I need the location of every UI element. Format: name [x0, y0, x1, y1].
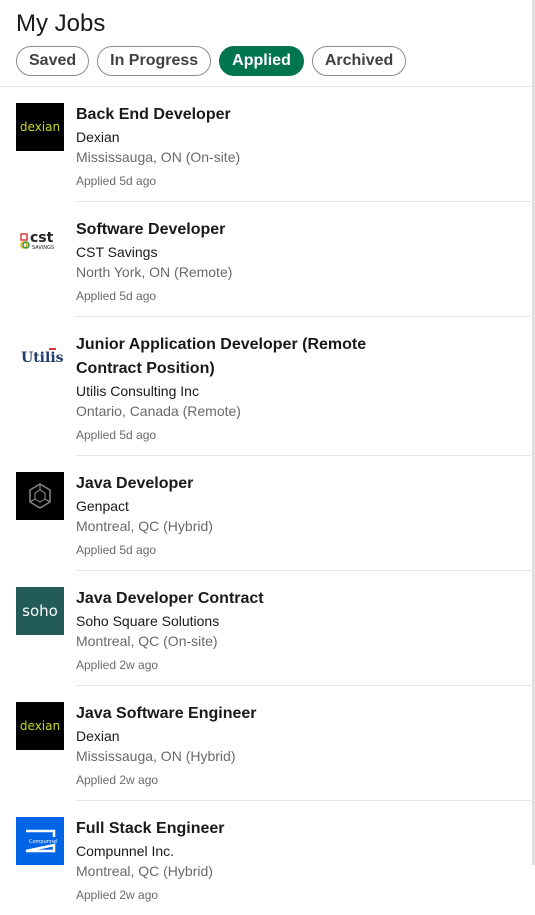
- job-list-item[interactable]: dexian Java Software Engineer Dexian Mis…: [0, 686, 535, 801]
- company-name: Utilis Consulting Inc: [76, 383, 199, 399]
- job-location: Ontario, Canada (Remote): [76, 403, 241, 419]
- svg-text:Utilis: Utilis: [21, 350, 64, 366]
- company-logo: dexian: [16, 702, 64, 750]
- page-title: My Jobs: [16, 10, 106, 37]
- genpact-logo-icon: [29, 483, 51, 509]
- job-title[interactable]: Java Software Engineer: [76, 702, 435, 726]
- job-location: North York, ON (Remote): [76, 264, 233, 280]
- tab-applied[interactable]: Applied: [219, 46, 304, 76]
- job-title[interactable]: Back End Developer: [76, 103, 435, 127]
- job-location: Montreal, QC (Hybrid): [76, 518, 213, 534]
- job-list-item[interactable]: Utilis Junior Application Developer (Rem…: [0, 317, 535, 456]
- applied-time: Applied 5d ago: [76, 428, 157, 442]
- svg-text:cst: cst: [30, 230, 54, 246]
- company-logo: Utilis: [16, 333, 64, 381]
- job-location: Mississauga, ON (On-site): [76, 149, 241, 165]
- applied-time: Applied 2w ago: [76, 658, 159, 672]
- company-logo: [16, 472, 64, 520]
- tab-in-progress[interactable]: In Progress: [97, 46, 212, 76]
- applied-time: Applied 5d ago: [76, 174, 157, 188]
- job-list-item[interactable]: Java Developer Genpact Montreal, QC (Hyb…: [0, 456, 535, 571]
- company-logo: cst SAVINGS: [16, 218, 64, 266]
- job-location: Mississauga, ON (Hybrid): [76, 748, 236, 764]
- job-list: dexian Back End Developer Dexian Mississ…: [0, 87, 535, 915]
- job-list-item[interactable]: dexian Back End Developer Dexian Mississ…: [0, 87, 535, 202]
- applied-time: Applied 5d ago: [76, 543, 157, 557]
- utilis-logo-icon: Utilis: [21, 348, 64, 366]
- company-name: Compunnel Inc.: [76, 843, 175, 859]
- job-list-item[interactable]: soho Java Developer Contract Soho Square…: [0, 571, 535, 686]
- job-location: Montreal, QC (On-site): [76, 633, 218, 649]
- company-name: Dexian: [76, 728, 120, 744]
- applied-time: Applied 5d ago: [76, 289, 157, 303]
- filter-tabs: Saved In Progress Applied Archived: [8, 46, 519, 76]
- compunnel-logo-icon: Compunnel: [25, 829, 58, 853]
- job-title[interactable]: Full Stack Engineer: [76, 817, 435, 841]
- job-title[interactable]: Software Developer: [76, 218, 435, 242]
- company-logo: soho: [16, 587, 64, 635]
- svg-text:SAVINGS: SAVINGS: [32, 245, 54, 251]
- applied-time: Applied 2w ago: [76, 773, 159, 787]
- company-logo: dexian: [16, 103, 64, 151]
- job-title[interactable]: Java Developer Contract: [76, 587, 435, 611]
- applied-time: Applied 2w ago: [76, 888, 159, 902]
- job-list-item[interactable]: Compunnel Full Stack Engineer Compunnel …: [0, 801, 535, 915]
- company-name: Dexian: [76, 129, 120, 145]
- company-logo: Compunnel: [16, 817, 64, 865]
- job-title[interactable]: Java Developer: [76, 472, 435, 496]
- cst-logo-icon: cst SAVINGS: [20, 230, 54, 251]
- company-name: Genpact: [76, 498, 129, 514]
- company-name: Soho Square Solutions: [76, 613, 220, 629]
- job-location: Montreal, QC (Hybrid): [76, 863, 213, 879]
- tab-archived[interactable]: Archived: [311, 46, 407, 76]
- tab-saved[interactable]: Saved: [16, 46, 90, 76]
- job-list-item[interactable]: cst SAVINGS Software Developer CST Savin…: [0, 202, 535, 317]
- page-header: My Jobs Saved In Progress Applied Archiv…: [0, 0, 535, 76]
- svg-text:Compunnel: Compunnel: [29, 839, 58, 845]
- job-title[interactable]: Junior Application Developer (Remote Con…: [76, 333, 435, 381]
- company-name: CST Savings: [76, 244, 158, 260]
